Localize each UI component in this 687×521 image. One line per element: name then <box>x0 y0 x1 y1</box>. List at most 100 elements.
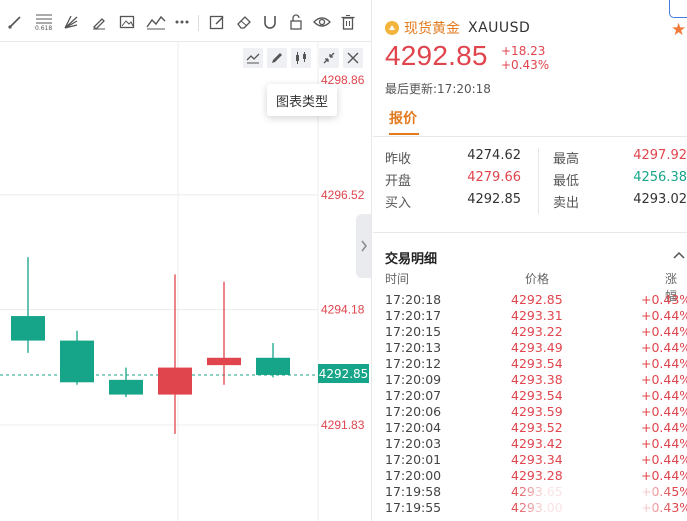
trade-price: 4293.59 <box>511 404 563 419</box>
stat-label: 最高 <box>553 152 580 167</box>
trade-change: +0.44% <box>641 468 687 483</box>
trade-row: 17:20:07 4293.54 +0.44% <box>373 388 687 404</box>
trade-price: 4293.38 <box>511 372 563 387</box>
trades-list: 17:20:18 4292.85 +0.43% 17:20:17 4293.31 +0.4… <box>373 292 687 516</box>
trade-change: +0.44% <box>641 372 687 387</box>
trade-row: 17:20:12 4293.54 +0.44% <box>373 356 687 372</box>
trade-price: 4293.54 <box>511 356 563 371</box>
stat-row: 买入 4292.85 <box>385 192 521 214</box>
trade-price: 4293.42 <box>511 436 563 451</box>
trade-row: 17:20:06 4293.59 +0.44% <box>373 404 687 420</box>
stat-label: 最低 <box>553 174 580 189</box>
change-percent: +0.43% <box>501 58 550 72</box>
trades-title: 交易明细 <box>385 252 438 267</box>
trade-price: 4293.49 <box>511 340 563 355</box>
stat-label: 昨收 <box>385 152 412 167</box>
trade-row: 17:20:18 4292.85 +0.43% <box>373 292 687 308</box>
trade-price: 4293.52 <box>511 420 563 435</box>
close-icon[interactable] <box>343 48 363 68</box>
stat-value: 4279.66 <box>467 170 521 185</box>
candle-body[interactable] <box>11 316 45 341</box>
candle-body[interactable] <box>60 340 94 383</box>
stat-label: 买入 <box>385 196 412 211</box>
stat-label: 卖出 <box>553 196 580 211</box>
update-time: 17:20:18 <box>437 82 491 96</box>
tab-quote[interactable]: 报价 <box>389 108 417 128</box>
trade-change: +0.44% <box>641 452 687 467</box>
stat-row: 开盘 4279.66 <box>385 170 521 192</box>
trade-time: 17:20:09 <box>385 372 442 387</box>
trade-row: 17:20:00 4293.28 +0.44% <box>373 468 687 484</box>
stat-value: 4297.92 <box>633 148 687 163</box>
trade-change: +0.44% <box>641 340 687 355</box>
collapse-arrows-icon[interactable] <box>319 48 339 68</box>
trade-time: 17:20:00 <box>385 468 442 483</box>
trade-change: +0.44% <box>641 388 687 403</box>
stat-row: 最低 4256.38 <box>553 170 687 192</box>
trade-time: 17:19:58 <box>385 484 442 499</box>
stats-separator <box>538 148 539 214</box>
trade-row: 17:20:04 4293.52 +0.44% <box>373 420 687 436</box>
trade-row: 17:20:01 4293.34 +0.44% <box>373 452 687 468</box>
chevron-right-icon <box>361 240 367 252</box>
y-axis-tick-label: 4296.52 <box>321 188 365 202</box>
candlestick-chart[interactable]: 4298.864296.524294.184291.83 <box>0 0 372 521</box>
trade-row: 17:20:15 4293.22 +0.44% <box>373 324 687 340</box>
chart-panel: 0.618 4298.86 4296.52 4294.18 4291.83 图表… <box>0 0 372 521</box>
trade-change: +0.44% <box>641 308 687 323</box>
trade-price: 4293.28 <box>511 468 563 483</box>
trade-change: +0.44% <box>641 324 687 339</box>
trade-row: 17:20:03 4293.42 +0.44% <box>373 436 687 452</box>
trade-time: 17:20:01 <box>385 452 442 467</box>
candle-body[interactable] <box>109 379 143 395</box>
pencil-icon[interactable] <box>267 48 287 68</box>
trade-row: 17:20:09 4293.38 +0.44% <box>373 372 687 388</box>
trades-header: 时间 价格 涨幅 <box>373 270 687 303</box>
trade-price: 4293.31 <box>511 308 563 323</box>
header-price: 价格 <box>525 272 550 286</box>
trade-time: 17:20:07 <box>385 388 442 403</box>
trade-time: 17:20:04 <box>385 420 442 435</box>
trade-time: 17:20:03 <box>385 436 442 451</box>
trade-price: 4293.22 <box>511 324 563 339</box>
trade-time: 17:20:12 <box>385 356 442 371</box>
stat-row: 昨收 4274.62 <box>385 148 521 170</box>
product-name: 现货黄金 <box>404 21 460 37</box>
trade-price: 4292.85 <box>511 292 563 307</box>
trade-change: +0.44% <box>641 404 687 419</box>
trade-time: 17:20:18 <box>385 292 442 307</box>
trade-row: 17:20:17 4293.31 +0.44% <box>373 308 687 324</box>
candle-body[interactable] <box>207 357 241 366</box>
trade-time: 17:20:15 <box>385 324 442 339</box>
stat-value: 4292.85 <box>467 192 521 207</box>
trade-change: +0.44% <box>641 420 687 435</box>
indicator-icon[interactable] <box>243 48 263 68</box>
y-axis-tick-label: 4294.18 <box>321 303 365 317</box>
stat-row: 卖出 4293.02 <box>553 192 687 214</box>
y-axis-tick-label: 4291.83 <box>321 418 365 432</box>
stat-label: 开盘 <box>385 174 412 189</box>
trade-time: 17:19:55 <box>385 500 442 515</box>
stat-value: 4274.62 <box>467 148 521 163</box>
candle-body[interactable] <box>256 357 290 375</box>
trade-time: 17:20:06 <box>385 404 442 419</box>
panel-collapse-tab[interactable] <box>356 214 371 278</box>
chevron-up-icon[interactable] <box>673 248 685 262</box>
tab-underline <box>389 133 419 135</box>
stat-value: 4293.02 <box>633 192 687 207</box>
stat-row: 最高 4297.92 <box>553 148 687 170</box>
candle-body[interactable] <box>158 367 192 395</box>
current-price-tag: 4292.85 <box>318 364 369 383</box>
trade-time: 17:20:17 <box>385 308 442 323</box>
last-update: 最后更新:17:20:18 <box>385 80 491 97</box>
last-price: 4292.85 <box>385 40 488 71</box>
quote-panel: ★ 现货黄金 XAUUSD 4292.85 +18.23 +0.43% 最后更新… <box>373 0 687 521</box>
chart-type-icon[interactable] <box>291 48 311 68</box>
chart-type-tooltip: 图表类型 <box>267 84 337 116</box>
trade-time: 17:20:13 <box>385 340 442 355</box>
trade-change: +0.44% <box>641 356 687 371</box>
favorite-star-icon[interactable]: ★ <box>671 20 686 40</box>
corner-button[interactable] <box>669 0 687 18</box>
divider <box>373 232 687 233</box>
divider <box>373 136 687 137</box>
